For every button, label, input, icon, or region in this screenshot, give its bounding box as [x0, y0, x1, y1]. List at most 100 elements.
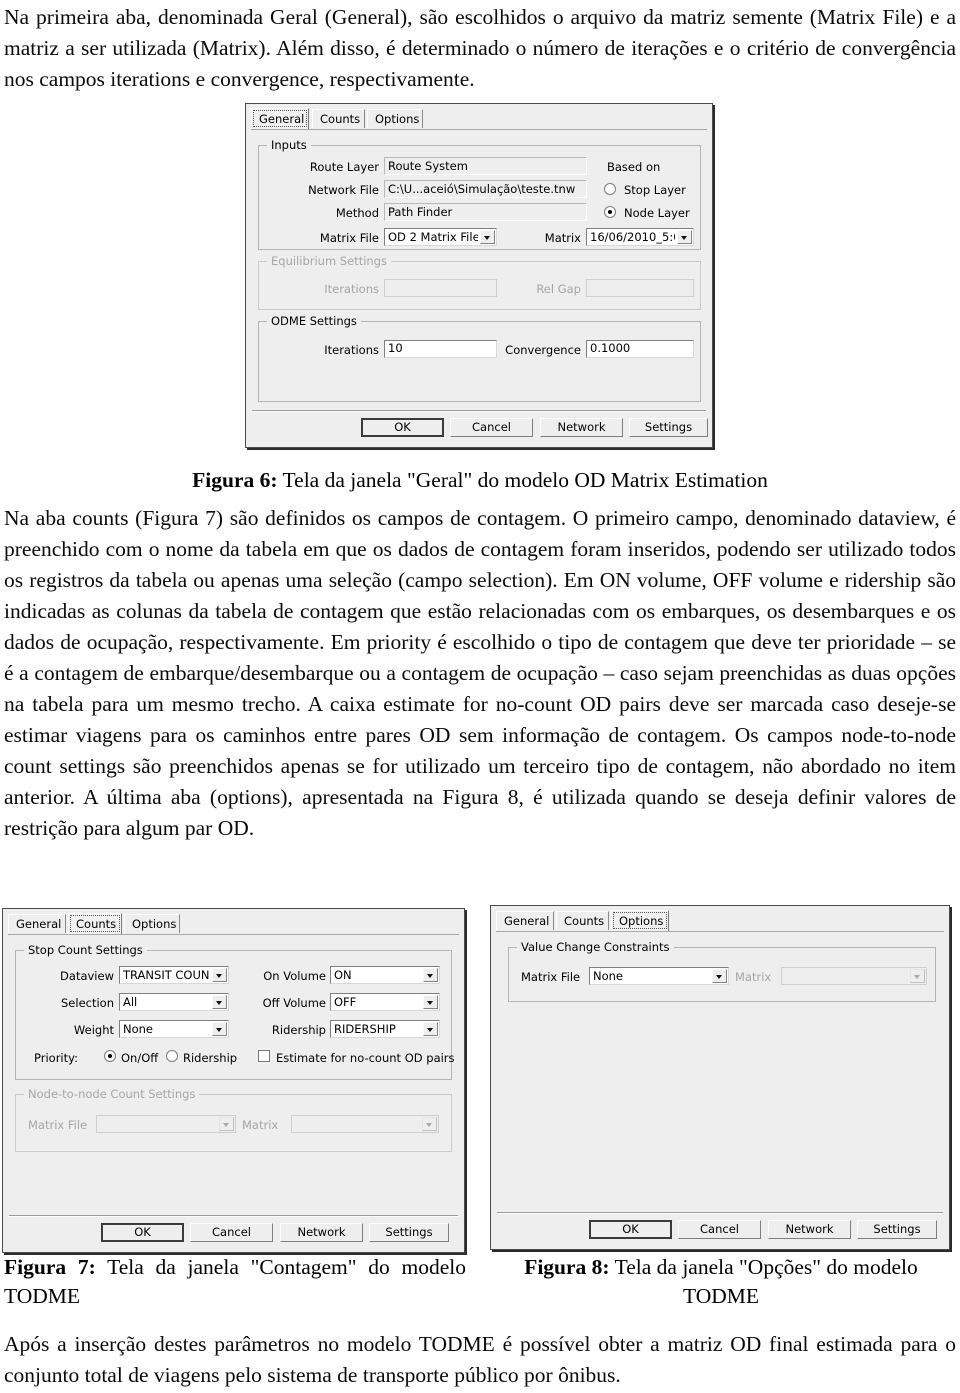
figure7-priority-ridership-label: Ridership: [183, 1051, 238, 1065]
figure7-button-bar: OK Cancel Network Settings: [8, 1216, 459, 1247]
figure7-off-volume-combo[interactable]: OFF: [330, 993, 440, 1011]
figure6-tab-counts-label: Counts: [320, 112, 361, 126]
figure6-cancel-button[interactable]: Cancel: [450, 418, 533, 437]
figure6-node-layer-radio[interactable]: [604, 206, 616, 218]
figure7-on-volume-label: On Volume: [263, 969, 326, 983]
paragraph-counts-description: Na aba counts (Figura 7) são definidos o…: [4, 506, 956, 840]
figure6-matrix-file-value: OD 2 Matrix File: [388, 230, 478, 244]
figure6-equilibrium-iterations-field: [384, 279, 497, 297]
figure8-tab-options[interactable]: Options: [611, 910, 669, 931]
figure7-node-matrix-combo: [291, 1115, 439, 1133]
figure8-matrix-label: Matrix: [735, 970, 772, 984]
figure6-caption: Figura 6: Tela da janela "Geral" do mode…: [4, 466, 956, 495]
figure6-tab-general[interactable]: General: [251, 108, 309, 129]
figure7-settings-button[interactable]: Settings: [369, 1223, 449, 1242]
figure6-button-bar: OK Cancel Network Settings: [251, 411, 708, 442]
figure8-settings-button[interactable]: Settings: [857, 1220, 937, 1239]
figure6-network-button[interactable]: Network: [540, 418, 623, 437]
chevron-down-icon[interactable]: [212, 968, 227, 982]
figure8-tabstrip: General Counts Options: [496, 910, 944, 932]
figure6-route-layer-field: Route System: [384, 157, 587, 175]
figure6-matrix-combo[interactable]: 16/06/2010_5:0: [586, 228, 694, 246]
figure6-odme-iterations-input[interactable]: 10: [384, 340, 497, 358]
chevron-down-icon: [219, 1117, 234, 1131]
figure7-node-matrix-file-label: Matrix File: [28, 1118, 88, 1132]
figure6-settings-button[interactable]: Settings: [629, 418, 708, 437]
figure7-tab-general-label: General: [16, 917, 62, 931]
figure6-equilibrium-group: Equilibrium Settings Iterations Rel Gap: [258, 254, 701, 310]
figure8-tab-general-label: General: [504, 914, 550, 928]
figure6-tab-options[interactable]: Options: [367, 109, 423, 128]
chevron-down-icon[interactable]: [677, 230, 692, 244]
figure7-weight-label: Weight: [73, 1023, 114, 1037]
figure7-tab-options[interactable]: Options: [124, 914, 180, 933]
figure8-tab-counts-label: Counts: [564, 914, 605, 928]
figure7-tab-general[interactable]: General: [8, 914, 66, 933]
figure7-network-button[interactable]: Network: [280, 1223, 363, 1242]
figure8-network-button[interactable]: Network: [768, 1220, 851, 1239]
paragraph-intro: Na primeira aba, denominada Geral (Gener…: [4, 5, 956, 91]
figure7-selection-label: Selection: [61, 996, 114, 1010]
figure8-caption-text: Tela da janela "Opções" do modelo TODME: [609, 1255, 918, 1308]
figure8-tab-options-label: Options: [619, 914, 664, 928]
figure7-on-volume-value: ON: [334, 968, 352, 982]
figure6-dialog-od-matrix-estimation: General Counts Options Inputs Route Laye…: [245, 103, 713, 448]
figure7-priority-onoff-radio[interactable]: [104, 1050, 116, 1062]
figure7-tabstrip: General Counts Options: [8, 913, 459, 935]
figure7-caption: Figura 7: Tela da janela "Contagem" do m…: [4, 1253, 466, 1311]
figure6-rel-gap-field: [586, 279, 694, 297]
figure6-equilibrium-iterations-label: Iterations: [324, 282, 379, 296]
figure7-weight-value: None: [123, 1022, 154, 1036]
chevron-down-icon[interactable]: [712, 969, 727, 983]
figure7-dialog-counts: General Counts Options Stop Count Settin…: [2, 908, 465, 1253]
figure6-node-layer-label: Node Layer: [624, 206, 690, 220]
figure7-cancel-button[interactable]: Cancel: [190, 1223, 273, 1242]
chevron-down-icon[interactable]: [423, 968, 438, 982]
figure7-weight-combo[interactable]: None: [119, 1020, 229, 1038]
figure6-tab-counts[interactable]: Counts: [312, 109, 365, 128]
figure8-dialog-options: General Counts Options Value Change Cons…: [490, 905, 950, 1250]
figure6-odme-group: ODME Settings Iterations 10 Convergence …: [258, 314, 701, 402]
figure6-network-file-field: C:\U...aceió\Simulação\teste.tnw: [384, 180, 587, 198]
figure8-button-bar: OK Cancel Network Settings: [496, 1213, 944, 1244]
figure6-stop-layer-label: Stop Layer: [624, 183, 686, 197]
chevron-down-icon[interactable]: [480, 230, 495, 244]
figure7-off-volume-value: OFF: [334, 995, 357, 1009]
figure8-matrix-file-value: None: [593, 969, 624, 983]
figure7-dataview-combo[interactable]: TRANSIT COUN: [119, 966, 229, 984]
figure8-ok-button[interactable]: OK: [589, 1220, 672, 1239]
chevron-down-icon[interactable]: [423, 995, 438, 1009]
figure6-caption-text: Tela da janela "Geral" do modelo OD Matr…: [277, 468, 768, 492]
figure7-node-to-node-group: Node-to-node Count Settings Matrix File …: [15, 1087, 452, 1152]
chevron-down-icon[interactable]: [212, 1022, 227, 1036]
figure6-equilibrium-group-label: Equilibrium Settings: [267, 254, 391, 268]
chevron-down-icon[interactable]: [423, 1022, 438, 1036]
chevron-down-icon[interactable]: [212, 995, 227, 1009]
figure7-ridership-combo[interactable]: RIDERSHIP: [330, 1020, 440, 1038]
figure7-node-matrix-label: Matrix: [242, 1118, 279, 1132]
figure7-selection-combo[interactable]: All: [119, 993, 229, 1011]
figure6-method-label: Method: [335, 206, 379, 220]
figure6-tab-options-label: Options: [375, 112, 420, 126]
figure6-network-file-label: Network File: [308, 183, 379, 197]
figure8-matrix-file-label: Matrix File: [521, 970, 581, 984]
figure8-value-change-group: Value Change Constraints Matrix File Non…: [508, 940, 936, 1002]
figure7-priority-ridership-radio[interactable]: [166, 1050, 178, 1062]
figure8-matrix-file-combo[interactable]: None: [589, 967, 729, 985]
figure8-cancel-button[interactable]: Cancel: [678, 1220, 761, 1239]
figure8-caption-bold: Figura 8:: [524, 1255, 610, 1279]
figure7-estimate-no-count-checkbox[interactable]: [258, 1050, 270, 1062]
chevron-down-icon: [910, 969, 925, 983]
figure6-stop-layer-radio[interactable]: [604, 183, 616, 195]
figure6-caption-bold: Figura 6:: [192, 468, 278, 492]
figure6-odme-group-label: ODME Settings: [267, 314, 361, 328]
figure7-ok-button[interactable]: OK: [101, 1223, 184, 1242]
figure6-matrix-label: Matrix: [544, 231, 581, 245]
figure6-ok-button[interactable]: OK: [361, 418, 444, 437]
figure6-matrix-file-combo[interactable]: OD 2 Matrix File: [384, 228, 497, 246]
figure8-tab-general[interactable]: General: [496, 911, 554, 930]
figure7-tab-counts[interactable]: Counts: [68, 913, 122, 934]
figure7-on-volume-combo[interactable]: ON: [330, 966, 440, 984]
figure6-convergence-input[interactable]: 0.1000: [586, 340, 694, 358]
figure8-tab-counts[interactable]: Counts: [556, 911, 609, 930]
